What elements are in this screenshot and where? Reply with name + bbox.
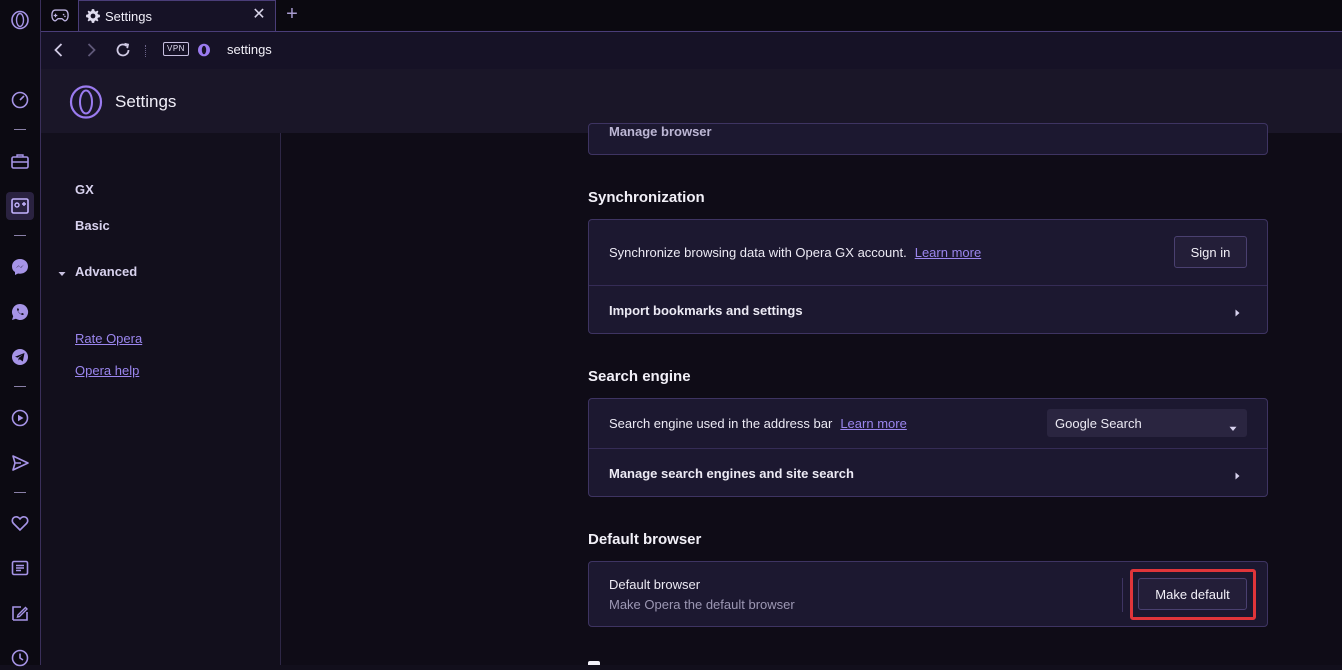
sidebar-item-advanced[interactable]: Advanced xyxy=(57,264,137,279)
tab-title: Settings xyxy=(105,8,152,24)
gamepad-icon[interactable] xyxy=(44,0,76,31)
sync-learn-more-link[interactable]: Learn more xyxy=(915,245,981,260)
opera-badge-icon xyxy=(197,43,211,57)
top-card-label: Manage browser xyxy=(609,124,712,139)
highlight-box xyxy=(1130,569,1256,620)
sidebar-item-gx[interactable]: GX xyxy=(75,182,94,197)
search-desc: Search engine used in the address bar xyxy=(609,416,833,431)
settings-main: Manage browser Synchronization Synchroni… xyxy=(281,123,1342,665)
chevron-right-icon xyxy=(1233,468,1241,480)
sidebar-rail xyxy=(0,0,41,667)
heart-icon[interactable] xyxy=(8,511,32,535)
opera-logo-icon xyxy=(69,85,103,119)
search-engine-select[interactable]: Google Search xyxy=(1047,409,1247,437)
manage-search-row[interactable]: Manage search engines and site search xyxy=(589,448,1267,497)
address-separator xyxy=(145,45,148,57)
import-label: Import bookmarks and settings xyxy=(609,303,803,318)
sidebar-item-basic[interactable]: Basic xyxy=(75,218,110,233)
speed-dial-icon[interactable] xyxy=(8,88,32,112)
rail-divider xyxy=(14,129,26,130)
rail-divider xyxy=(14,386,26,387)
sync-row: Synchronize browsing data with Opera GX … xyxy=(589,220,1267,285)
history-icon[interactable] xyxy=(8,646,32,670)
rail-divider xyxy=(14,492,26,493)
new-tab-button[interactable]: + xyxy=(283,4,301,26)
rail-divider xyxy=(14,235,26,236)
search-card: Search engine used in the address bar Lea… xyxy=(588,398,1268,497)
address-bar: VPN settings xyxy=(41,31,1342,69)
sync-desc: Synchronize browsing data with Opera GX … xyxy=(609,245,907,260)
chevron-down-icon xyxy=(1229,420,1237,431)
section-title-default-browser: Default browser xyxy=(588,531,702,548)
default-browser-row-sub: Make Opera the default browser xyxy=(609,597,795,612)
gx-corner-icon[interactable] xyxy=(8,194,32,218)
sync-row-text: Synchronize browsing data with Opera GX … xyxy=(609,245,981,260)
section-title-sync: Synchronization xyxy=(588,189,705,206)
news-icon[interactable] xyxy=(8,556,32,580)
opera-help-link[interactable]: Opera help xyxy=(75,363,139,378)
section-title-search: Search engine xyxy=(588,368,691,385)
search-row-text: Search engine used in the address bar Lea… xyxy=(609,416,907,431)
manage-search-label: Manage search engines and site search xyxy=(609,466,854,481)
back-icon[interactable] xyxy=(49,40,69,60)
sign-in-button[interactable]: Sign in xyxy=(1174,236,1247,268)
vpn-badge[interactable]: VPN xyxy=(163,42,189,56)
gear-icon xyxy=(85,8,101,24)
import-row[interactable]: Import bookmarks and settings xyxy=(589,285,1267,334)
rate-opera-link[interactable]: Rate Opera xyxy=(75,331,142,346)
default-browser-row-title: Default browser xyxy=(609,577,701,592)
top-card-partial: Manage browser xyxy=(588,123,1268,155)
settings-sidebar: GX Basic Advanced Rate Opera Opera help xyxy=(41,133,281,665)
briefcase-icon[interactable] xyxy=(8,149,32,173)
send-icon[interactable] xyxy=(8,451,32,475)
caret-down-icon xyxy=(57,267,67,277)
search-engine-value: Google Search xyxy=(1055,415,1142,431)
row-divider xyxy=(1122,578,1123,612)
next-section-partial xyxy=(588,659,608,665)
telegram-icon[interactable] xyxy=(8,345,32,369)
tab-settings[interactable]: Settings ✕ xyxy=(78,0,276,31)
opera-logo-icon[interactable] xyxy=(8,8,32,32)
close-icon[interactable]: ✕ xyxy=(251,7,267,23)
search-learn-more-link[interactable]: Learn more xyxy=(840,416,906,431)
sync-card: Synchronize browsing data with Opera GX … xyxy=(588,219,1268,334)
sidebar-item-label: Advanced xyxy=(75,264,138,279)
address-url[interactable]: settings xyxy=(227,42,272,57)
whatsapp-icon[interactable] xyxy=(8,300,32,324)
reload-icon[interactable] xyxy=(113,40,133,60)
messenger-icon[interactable] xyxy=(8,255,32,279)
chevron-right-icon xyxy=(1233,305,1241,317)
page-title: Settings xyxy=(115,92,177,111)
forward-icon[interactable] xyxy=(81,40,101,60)
search-engine-row: Search engine used in the address bar Lea… xyxy=(589,399,1267,448)
player-icon[interactable] xyxy=(8,406,32,430)
pinboard-icon[interactable] xyxy=(8,601,32,625)
